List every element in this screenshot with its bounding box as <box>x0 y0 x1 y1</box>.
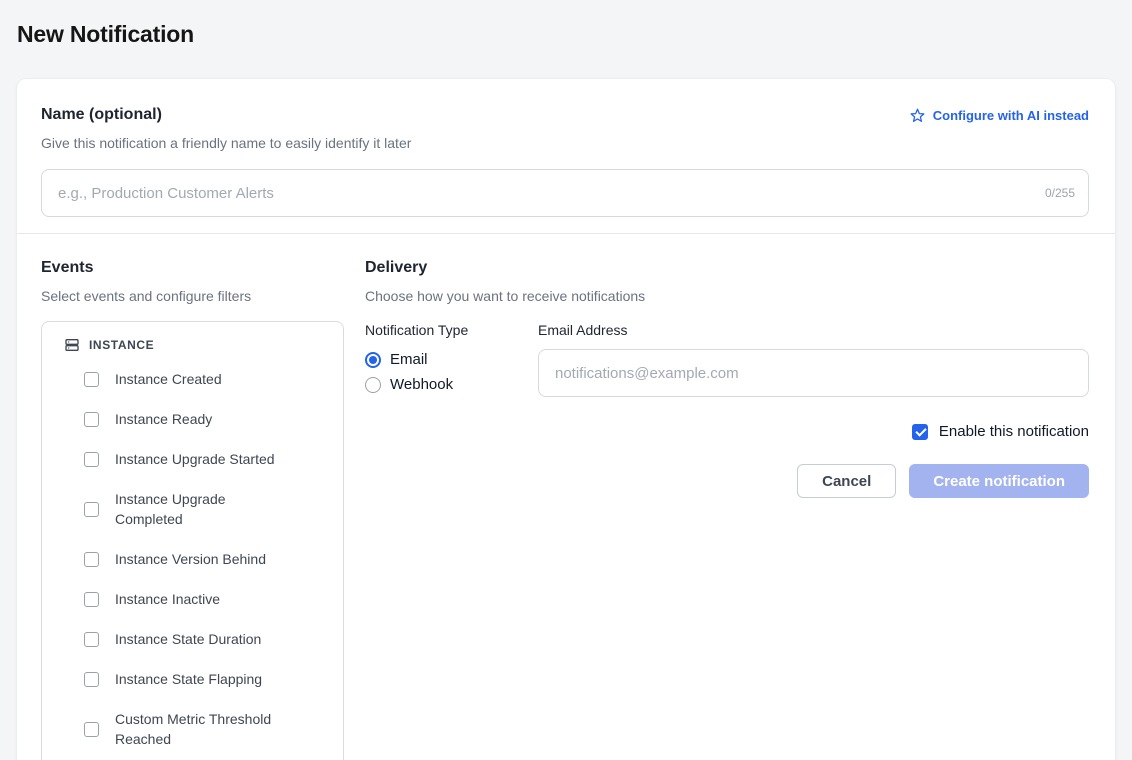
event-row-instance-version-behind[interactable]: Instance Version Behind <box>84 549 329 569</box>
page-title: New Notification <box>0 0 1132 48</box>
email-input[interactable] <box>538 349 1089 397</box>
checkbox-icon[interactable] <box>84 452 99 467</box>
event-label: Instance Version Behind <box>115 549 266 569</box>
delivery-subtitle: Choose how you want to receive notificat… <box>365 287 1089 305</box>
event-row-instance-created[interactable]: Instance Created <box>84 369 329 389</box>
delivery-title: Delivery <box>365 258 1089 278</box>
checkbox-icon[interactable] <box>84 672 99 687</box>
event-row-instance-ready[interactable]: Instance Ready <box>84 409 329 429</box>
radio-email-label: Email <box>390 351 428 368</box>
name-input[interactable] <box>41 169 1089 217</box>
checkbox-icon[interactable] <box>84 372 99 387</box>
char-counter: 0/255 <box>1045 186 1075 200</box>
checkbox-icon[interactable] <box>84 552 99 567</box>
event-label: Instance Ready <box>115 409 212 429</box>
event-row-instance-state-duration[interactable]: Instance State Duration <box>84 629 329 649</box>
checkbox-checked-icon[interactable] <box>912 424 928 440</box>
delivery-section: Delivery Choose how you want to receive … <box>344 258 1089 498</box>
event-label: Instance Upgrade Completed <box>115 489 287 529</box>
configure-ai-link[interactable]: Configure with AI instead <box>909 107 1089 124</box>
event-label: Custom Metric Threshold Reached <box>115 709 287 749</box>
event-group-label: INSTANCE <box>89 338 154 352</box>
event-label: Instance State Duration <box>115 629 261 649</box>
radio-selected-icon[interactable] <box>365 352 381 368</box>
name-section: Name (optional) Configure with AI instea… <box>17 79 1115 233</box>
checkbox-icon[interactable] <box>84 502 99 517</box>
event-label: Instance Created <box>115 369 222 389</box>
event-label: Instance State Flapping <box>115 669 262 689</box>
server-icon <box>64 337 80 353</box>
event-label: Instance Inactive <box>115 589 220 609</box>
notification-type-group: Notification Type Email Webhook <box>365 321 538 498</box>
events-subtitle: Select events and configure filters <box>41 287 344 305</box>
event-label: Instance Upgrade Started <box>115 449 275 469</box>
event-group-instance: INSTANCE <box>64 337 329 353</box>
email-group: Email Address Enable this notification C… <box>538 321 1089 498</box>
events-title: Events <box>41 258 344 278</box>
event-row-instance-upgrade-completed[interactable]: Instance Upgrade Completed <box>84 489 329 529</box>
event-row-custom-metric-threshold[interactable]: Custom Metric Threshold Reached <box>84 709 329 749</box>
checkbox-icon[interactable] <box>84 632 99 647</box>
configure-ai-label: Configure with AI instead <box>933 108 1089 123</box>
radio-email[interactable]: Email <box>365 351 538 368</box>
radio-webhook[interactable]: Webhook <box>365 376 538 393</box>
events-list: INSTANCE Instance Created Instance Ready… <box>41 321 344 760</box>
checkbox-icon[interactable] <box>84 412 99 427</box>
event-row-instance-state-flapping[interactable]: Instance State Flapping <box>84 669 329 689</box>
create-notification-button[interactable]: Create notification <box>909 464 1089 498</box>
sparkle-star-icon <box>909 107 926 124</box>
cancel-button[interactable]: Cancel <box>797 464 896 498</box>
enable-notification-label: Enable this notification <box>939 423 1089 440</box>
checkbox-icon[interactable] <box>84 592 99 607</box>
new-notification-card: Name (optional) Configure with AI instea… <box>16 78 1116 760</box>
email-address-label: Email Address <box>538 321 1089 339</box>
enable-notification-row[interactable]: Enable this notification <box>538 423 1089 440</box>
radio-unselected-icon[interactable] <box>365 377 381 393</box>
name-description: Give this notification a friendly name t… <box>41 134 1089 152</box>
name-label: Name (optional) <box>41 105 162 125</box>
notification-type-label: Notification Type <box>365 321 538 339</box>
events-section: Events Select events and configure filte… <box>41 258 344 760</box>
event-row-instance-inactive[interactable]: Instance Inactive <box>84 589 329 609</box>
checkbox-icon[interactable] <box>84 722 99 737</box>
radio-webhook-label: Webhook <box>390 376 453 393</box>
event-row-instance-upgrade-started[interactable]: Instance Upgrade Started <box>84 449 329 469</box>
